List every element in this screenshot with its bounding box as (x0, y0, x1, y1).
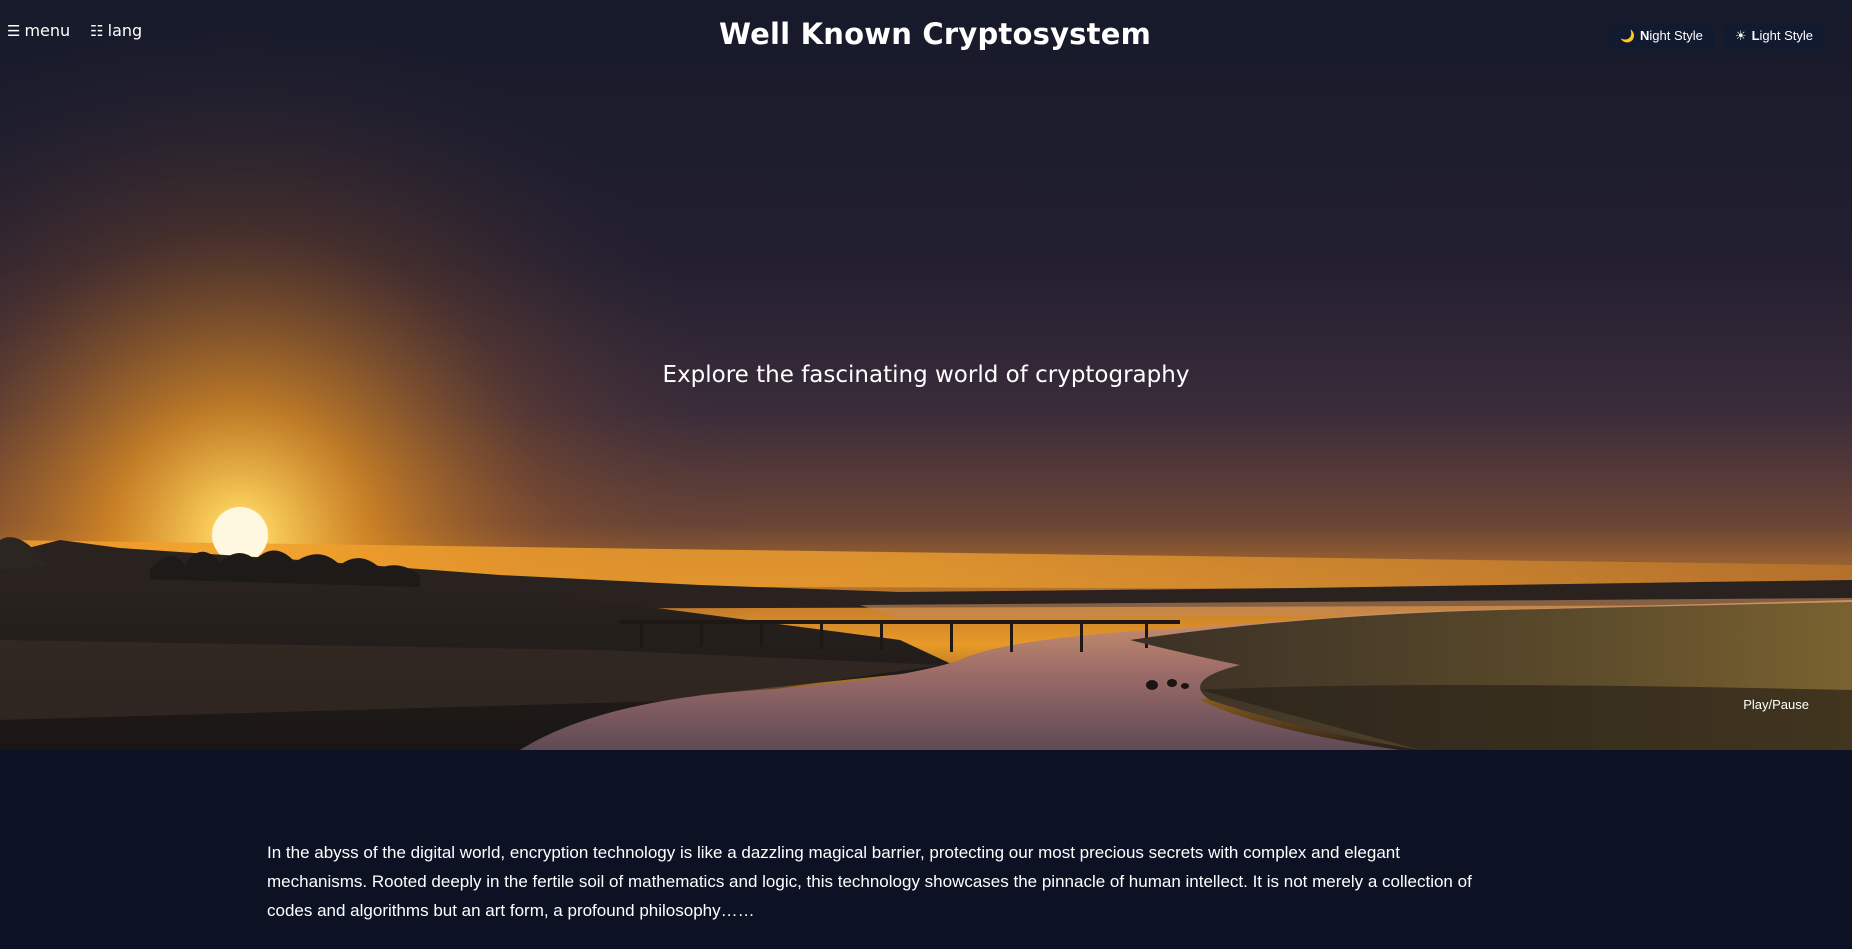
page: ☰ menu ☷ lang Well Known Cryptosystem 🌙 … (0, 0, 1852, 949)
light-style-label: ight Style (1759, 28, 1813, 43)
site-title: Well Known Cryptosystem (719, 17, 1151, 51)
hero-tagline-text: Explore the fascinating world of cryptog… (662, 362, 1190, 388)
hero-tagline: Explore the fascinating world of cryptog… (0, 362, 1852, 388)
sun-icon: ☀ (1734, 27, 1747, 43)
night-style-initial: N (1640, 28, 1650, 43)
night-style-label: ight Style (1649, 28, 1703, 43)
moon-icon: 🌙 (1620, 28, 1636, 43)
theme-switcher: 🌙 Night Style ☀ Light Style (1609, 22, 1824, 49)
light-style-initial: L (1751, 28, 1760, 43)
intro-paragraph: In the abyss of the digital world, encry… (267, 843, 1472, 920)
light-style-button[interactable]: ☀ Light Style (1723, 22, 1824, 49)
play-pause-button[interactable]: Play/Pause (1743, 697, 1809, 712)
night-style-button[interactable]: 🌙 Night Style (1609, 22, 1714, 49)
top-navigation-bar: ☰ menu ☷ lang Well Known Cryptosystem 🌙 … (0, 0, 1852, 70)
